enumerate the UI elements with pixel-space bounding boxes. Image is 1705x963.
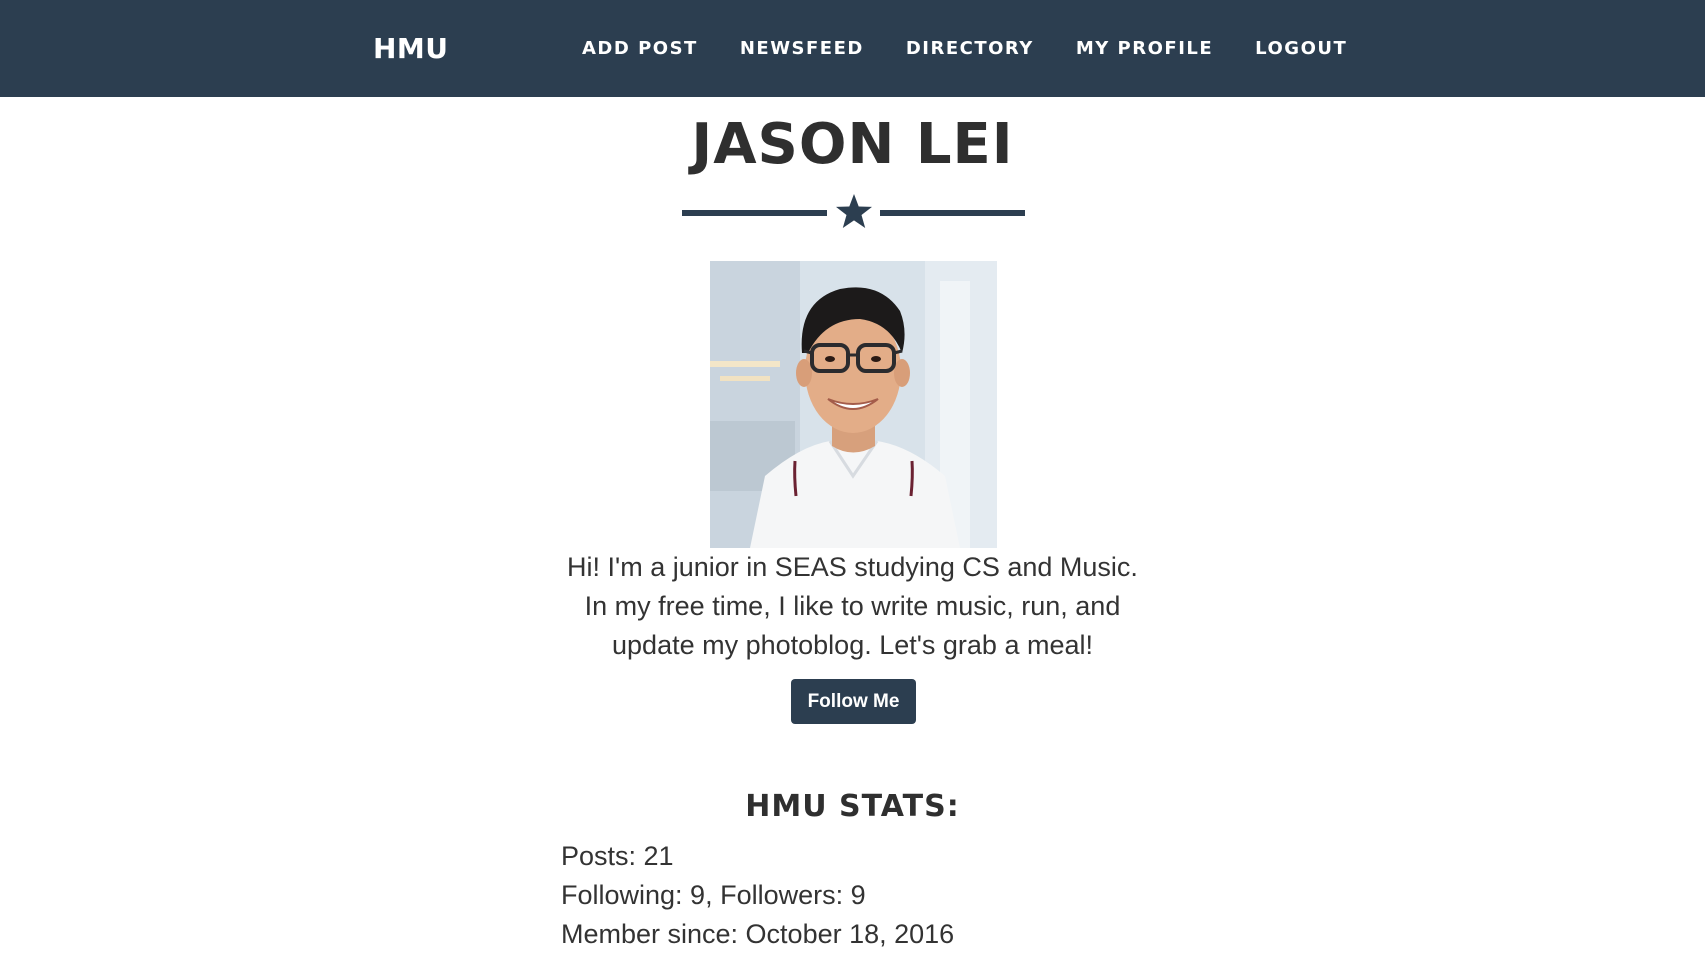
stat-member-since: Member since: October 18, 2016 [561,919,955,949]
divider-line-left [682,210,827,216]
nav-item-directory: DIRECTORY [906,36,1076,62]
stat-posts: Posts: 21 [561,841,674,871]
nav-link-my-profile[interactable]: MY PROFILE [1076,36,1213,62]
nav-link-newsfeed[interactable]: NEWSFEED [740,36,864,62]
nav-link-directory[interactable]: DIRECTORY [906,36,1034,62]
stat-follow-counts: Following: 9, Followers: 9 [561,880,866,910]
title-divider [682,192,1025,232]
nav-item-add-post: ADD POST [582,36,740,62]
profile-name: JASON LEI [691,112,1014,177]
nav-item-newsfeed: NEWSFEED [740,36,906,62]
profile-photo-illustration [710,261,997,548]
profile-main: JASON LEI Hi! I'm a junior in SEAS study… [0,97,1705,963]
divider-line-right [880,210,1025,216]
brand-logo-link[interactable]: HMU [373,29,449,69]
nav-link-logout[interactable]: LOGOUT [1255,36,1347,62]
nav-link-add-post[interactable]: ADD POST [582,36,698,62]
nav-item-my-profile: MY PROFILE [1076,36,1255,62]
nav-item-logout: LOGOUT [1255,36,1389,62]
profile-photo [710,261,997,548]
star-icon [836,194,872,228]
stats-heading: HMU STATS: [745,789,960,824]
nav-menu: ADD POST NEWSFEED DIRECTORY MY PROFILE L… [582,36,1389,62]
profile-bio: Hi! I'm a junior in SEAS studying CS and… [567,552,1138,660]
top-navbar: HMU ADD POST NEWSFEED DIRECTORY MY PROFI… [0,0,1705,97]
follow-button[interactable]: Follow Me [791,679,916,724]
stats-list: Posts: 21 Following: 9, Followers: 9 Mem… [561,837,954,954]
